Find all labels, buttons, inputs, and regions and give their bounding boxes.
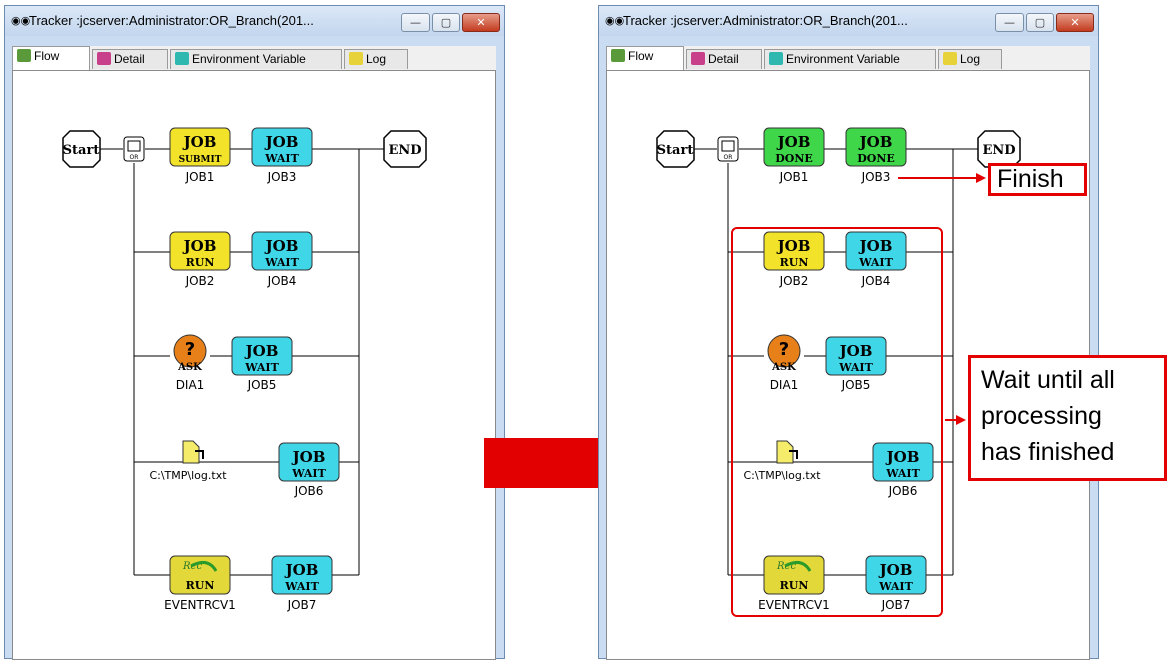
wait-callout: Wait until all processing has finished [968,355,1167,481]
finish-callout: Finish [988,163,1087,196]
tab-flow[interactable]: Flow [606,46,684,70]
annotation-arrows [898,173,986,425]
tab-label: Flow [34,49,60,63]
wait-callout-line: processing [981,402,1102,430]
flow-icon [611,49,625,62]
flow-icon [17,49,31,62]
tab-flow[interactable]: Flow [12,46,90,70]
wait-callout-line: has finished [981,438,1115,466]
wait-callout-line: Wait until all [981,366,1115,394]
tab-label: Flow [628,49,654,63]
